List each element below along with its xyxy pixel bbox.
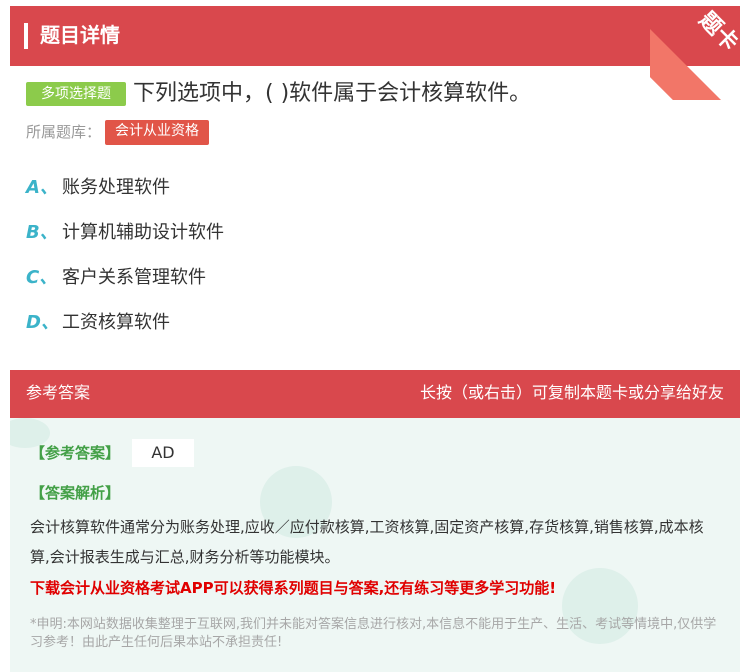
option-letter: B、 [26,222,58,243]
corner-ribbon: 题卡 [650,0,750,100]
copy-share-hint: 长按（或右击）可复制本题卡或分享给好友 [419,383,724,402]
answer-body: 【参考答案】 AD 【答案解析】 会计核算软件通常分为账务处理,应收／应付款核算… [10,418,740,672]
analysis-text: 会计核算软件通常分为账务处理,应收／应付款核算,工资核算,固定资产核算,存货核算… [30,518,704,566]
disclaimer-text: *申明:本网站数据收集整理于互联网,我们并未能对答案信息进行核对,本信息不能用于… [30,617,717,650]
option-text: 账务处理软件 [62,177,170,198]
page-header: 题目详情 [10,6,740,66]
app-download-promo[interactable]: 下载会计从业资格考试APP可以获得系列题目与答案,还有练习等更多学习功能! [30,576,720,600]
answer-header: 参考答案 长按（或右击）可复制本题卡或分享给好友 [10,370,740,418]
bank-name-tag[interactable]: 会计从业资格 [105,120,209,145]
option-text: 工资核算软件 [62,312,170,333]
question-type-tag: 多项选择题 [26,82,126,106]
option-c[interactable]: C、 客户关系管理软件 [26,263,206,293]
analysis-label: 【答案解析】 [30,484,121,502]
option-letter: D、 [26,312,59,333]
answer-value: AD [132,439,194,467]
option-letter: C、 [26,267,58,288]
option-b[interactable]: B、 计算机辅助设计软件 [26,218,224,248]
ribbon-label: 题卡 [693,7,743,57]
answer-section-title: 参考答案 [26,383,91,402]
answer-label: 【参考答案】 [30,444,121,462]
page-title: 题目详情 [40,23,120,47]
option-a[interactable]: A、 账务处理软件 [26,173,170,203]
option-text: 客户关系管理软件 [62,267,206,288]
option-letter: A、 [26,177,58,198]
question-text: 下列选项中，( )软件属于会计核算软件。 [133,81,532,106]
header-accent-bar [24,23,28,49]
option-text: 计算机辅助设计软件 [62,222,224,243]
option-d[interactable]: D、 工资核算软件 [26,308,170,338]
bank-label: 所属题库： [26,123,102,141]
